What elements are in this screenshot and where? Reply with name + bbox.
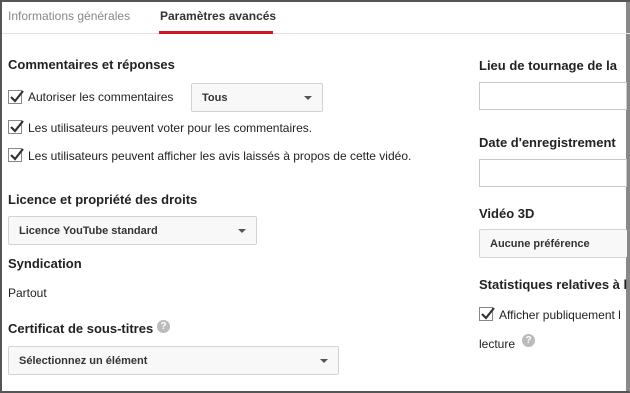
vote-comments-label: Les utilisateurs peuvent voter pour les … (28, 121, 313, 135)
checkmark-icon (10, 120, 24, 133)
recording-date-title: Date d'enregistrement (479, 135, 616, 150)
public-stats-label-line2: lecture (479, 337, 516, 351)
chevron-down-icon (304, 96, 312, 100)
help-icon[interactable]: ? (522, 334, 535, 347)
chevron-down-icon (238, 229, 246, 233)
license-title: Licence et propriété des droits (8, 192, 198, 207)
syndication-value: Partout (8, 286, 47, 300)
statistics-title: Statistiques relatives à l (479, 277, 628, 292)
license-select[interactable]: Licence YouTube standard (8, 216, 257, 245)
comments-filter-value: Tous (202, 92, 228, 104)
view-ratings-checkbox[interactable] (8, 148, 24, 162)
video-3d-value: Aucune préférence (490, 238, 590, 250)
chevron-down-icon (320, 359, 328, 363)
filming-location-title: Lieu de tournage de la (479, 58, 617, 73)
syndication-title: Syndication (8, 256, 82, 271)
video-3d-title: Vidéo 3D (479, 206, 535, 221)
captions-select[interactable]: Sélectionnez un élément (8, 346, 339, 375)
active-tab-indicator (159, 31, 273, 34)
tab-general-info[interactable]: Informations générales (8, 9, 130, 23)
checkmark-icon (481, 307, 495, 320)
vote-comments-checkbox[interactable] (8, 120, 24, 134)
tab-advanced-settings[interactable]: Paramètres avancés (160, 9, 276, 23)
tab-bar: Informations générales Paramètres avancé… (2, 2, 630, 34)
public-stats-checkbox[interactable] (479, 307, 495, 321)
checkmark-icon (10, 90, 24, 103)
license-value: Licence YouTube standard (19, 225, 158, 237)
allow-comments-checkbox[interactable] (8, 90, 24, 104)
filming-location-input[interactable] (479, 82, 627, 110)
recording-date-input[interactable] (479, 159, 627, 187)
public-stats-label: Afficher publiquement l (499, 308, 621, 322)
captions-value: Sélectionnez un élément (19, 355, 148, 367)
comments-filter-select[interactable]: Tous (191, 83, 323, 112)
allow-comments-label: Autoriser les commentaires (28, 90, 174, 104)
help-icon[interactable]: ? (157, 320, 170, 333)
captions-title: Certificat de sous-titres (8, 321, 154, 336)
view-ratings-label: Les utilisateurs peuvent afficher les av… (28, 149, 412, 163)
comments-title: Commentaires et réponses (8, 57, 175, 72)
checkmark-icon (10, 148, 24, 161)
video-3d-select[interactable]: Aucune préférence (479, 229, 627, 258)
